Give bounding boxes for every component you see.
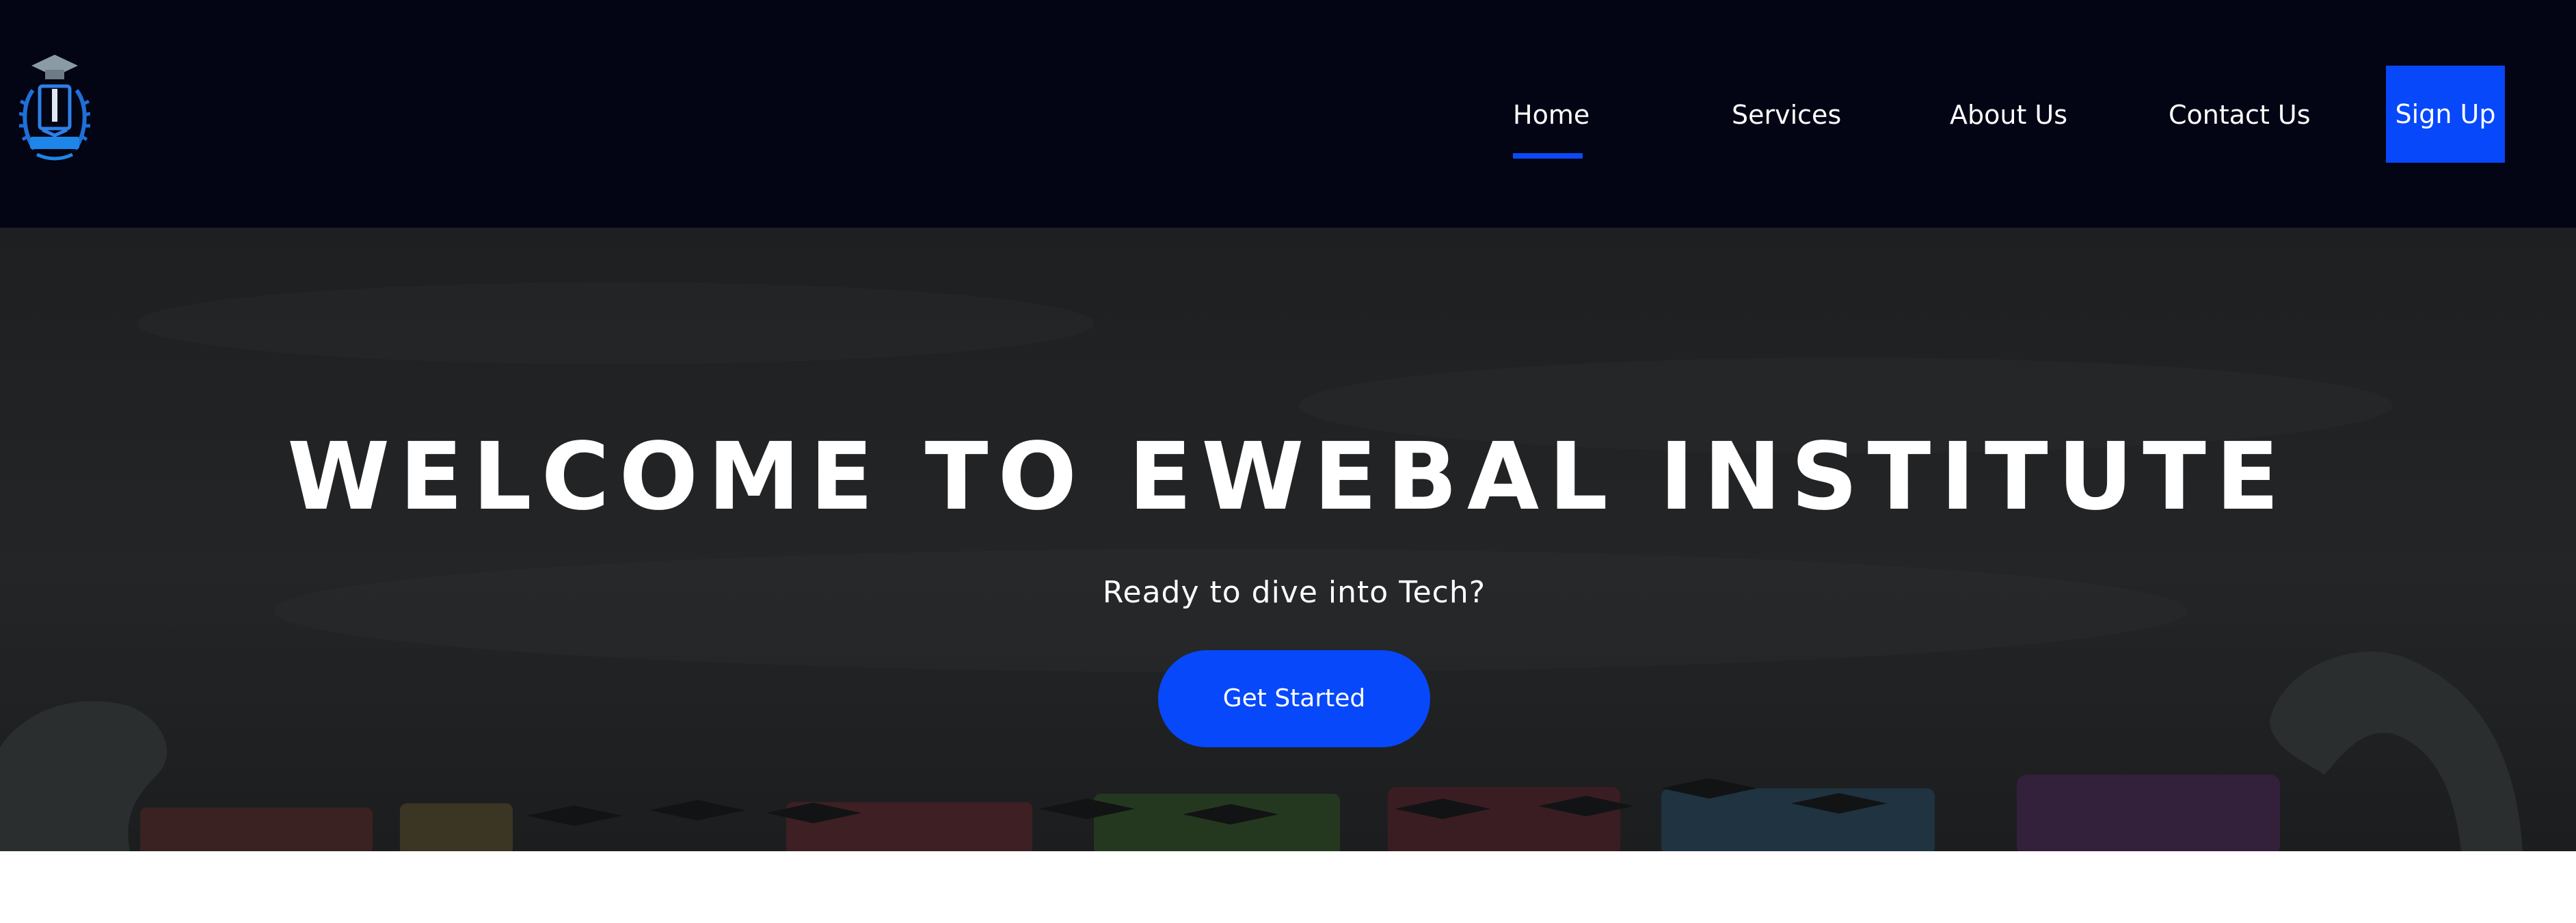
content-section [0, 851, 2576, 923]
nav-about-us[interactable]: About Us [1950, 96, 2067, 134]
hero-section: WELCOME TO EWEBAL INSTITUTE Ready to div… [0, 228, 2576, 851]
site-logo[interactable] [18, 49, 91, 167]
get-started-button[interactable]: Get Started [1158, 650, 1430, 747]
nav-services[interactable]: Services [1732, 96, 1841, 134]
nav-contact-us[interactable]: Contact Us [2169, 96, 2311, 134]
nav-active-indicator [1513, 153, 1583, 159]
nav-home[interactable]: Home [1513, 96, 1589, 134]
navbar: Home Services About Us Contact Us Sign U… [0, 0, 2576, 228]
sign-up-button[interactable]: Sign Up [2386, 66, 2505, 163]
hero-title: WELCOME TO EWEBAL INSTITUTE [287, 423, 2289, 531]
hero-subtitle: Ready to dive into Tech? [1102, 575, 1486, 610]
graduation-crest-logo-icon [18, 55, 91, 161]
hero-background-image [0, 228, 2576, 851]
